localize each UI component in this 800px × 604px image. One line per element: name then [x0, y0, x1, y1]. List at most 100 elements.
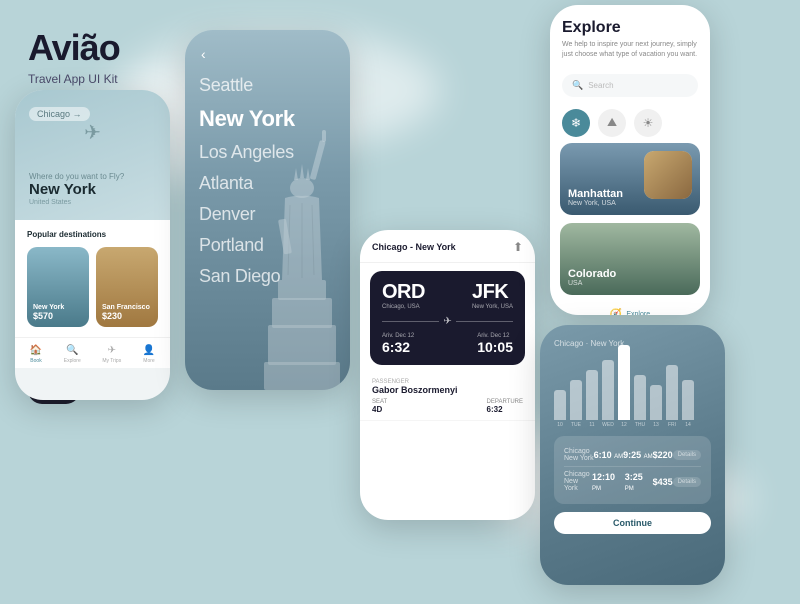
flight1-arrive-time: 9:25 AM [623, 450, 653, 460]
nav-more[interactable]: 👤 More [143, 345, 155, 364]
nav-trips[interactable]: ✈ My Trips [102, 345, 121, 364]
phone1-header: Chicago → ✈ Where do you want to Fly? Ne… [15, 90, 170, 220]
dest-card-ny[interactable]: New York $570 [27, 247, 89, 327]
flight2-dest: New York [564, 478, 592, 492]
brand-subtitle: Travel App UI Kit [28, 72, 198, 86]
phone2-inner: ‹ Seattle New York Los Angeles Atlanta D… [185, 30, 350, 390]
dest-card-sf[interactable]: San Francisco $230 [96, 247, 158, 327]
phone4-header: Explore We help to inspire your next jou… [550, 5, 710, 68]
filter-sun[interactable]: ☀ [634, 109, 662, 137]
price-bar[interactable] [666, 365, 678, 420]
card-ny-bg: New York $570 [27, 247, 89, 327]
continue-button[interactable]: Continue [554, 512, 711, 534]
flight1-price: $220 [653, 450, 673, 460]
price-bar[interactable] [570, 380, 582, 420]
origin-city: Chicago, USA [382, 304, 425, 310]
origin-code: ORD [382, 281, 425, 304]
price-bar[interactable] [634, 375, 646, 420]
phone-city-list: ‹ Seattle New York Los Angeles Atlanta D… [185, 30, 350, 390]
brand-title: Avião [28, 28, 198, 68]
search-placeholder: Search [588, 81, 613, 90]
popular-label: Popular destinations [27, 230, 158, 239]
bar-group: WED [602, 360, 614, 428]
explore-button[interactable]: 🧭 Explore [550, 303, 710, 315]
card-ny-price: $570 [33, 311, 64, 321]
flight1-depart: 6:10 AM [594, 450, 624, 460]
seat-detail: SEAT 4D [372, 399, 387, 414]
manhattan-label: Manhattan [568, 188, 623, 200]
flight-row-1: Chicago New York 6:10 AM 9:25 AM $220 De… [564, 444, 701, 466]
bar-label: WED [602, 422, 614, 428]
colorado-label: Colorado [568, 268, 616, 280]
line-right [456, 321, 513, 322]
city-label: Chicago → [29, 107, 90, 121]
share-icon[interactable]: ⬆ [513, 240, 523, 254]
price-bar[interactable] [618, 345, 630, 420]
phone-travel-main: Chicago → ✈ Where do you want to Fly? Ne… [15, 90, 170, 400]
flight2-details-btn[interactable]: Details [673, 477, 701, 487]
filter-mountain[interactable]: ⛰ [598, 109, 626, 137]
colorado-info: Colorado USA [568, 268, 616, 287]
price-bar[interactable] [602, 360, 614, 420]
flight1-details-btn[interactable]: Details [673, 450, 701, 460]
price-bars: 10TUE11WED12THU13FRI14 [554, 358, 711, 428]
bar-label: 10 [557, 422, 563, 428]
statue-illustration [250, 120, 350, 390]
flight-card: ORD Chicago, USA JFK New York, USA ✈ Ari… [370, 271, 525, 365]
card-manhattan[interactable]: Manhattan New York, USA [560, 143, 700, 215]
phone-flight-details: Chicago - New York ⬆ ORD Chicago, USA JF… [360, 230, 535, 520]
flight2-depart: 12:10 PM [592, 472, 625, 492]
seat-value: 4D [372, 405, 387, 414]
bar-label: 11 [589, 422, 594, 428]
flight2-depart-time: 12:10 PM [592, 472, 625, 492]
explore-subtitle: We help to inspire your next journey, si… [562, 40, 698, 60]
departure-detail: DEPARTURE 6:32 [487, 399, 523, 414]
search-icon: 🔍 [572, 80, 583, 91]
bar-group: FRI [666, 365, 678, 428]
flight2-origin: Chicago [564, 471, 592, 478]
nav-book[interactable]: 🏠 Book [30, 345, 42, 364]
bar-group: 14 [682, 380, 694, 428]
nav-explore-label: Explore [64, 358, 81, 364]
destination-country: United States [29, 199, 124, 206]
bar-group: 13 [650, 385, 662, 428]
passenger-section: PASSENGER Gabor Boszormenyi SEAT 4D DEPA… [360, 373, 535, 421]
airports-row: ORD Chicago, USA JFK New York, USA [382, 281, 513, 310]
phone5-inner: Chicago · New York 10TUE11WED12THU13FRI1… [540, 325, 725, 585]
flight-row-2: Chicago New York 12:10 PM 3:25 PM $435 D… [564, 466, 701, 496]
city-seattle[interactable]: Seattle [199, 70, 336, 101]
bottom-nav: 🏠 Book 🔍 Explore ✈ My Trips 👤 More [15, 337, 170, 368]
price-bar[interactable] [682, 380, 694, 420]
duration: 10:05 [477, 339, 513, 355]
price-bar[interactable] [554, 390, 566, 420]
bar-group: 11 [586, 370, 598, 428]
filter-winter[interactable]: ❄ [562, 109, 590, 137]
passenger-details-row: SEAT 4D DEPARTURE 6:32 [372, 399, 523, 414]
card-sf-price: $230 [102, 311, 150, 321]
trips-icon: ✈ [108, 345, 116, 356]
search-bar[interactable]: 🔍 Search [562, 74, 698, 97]
phone3-header: Chicago - New York ⬆ [360, 230, 535, 263]
card-sf-label: San Francisco [102, 304, 150, 311]
dest-cards: New York $570 San Francisco $230 [27, 247, 158, 327]
depart-date: Ariv. Dec 12 6:32 [382, 333, 414, 355]
bar-group: THU [634, 375, 646, 428]
dest-code: JFK [472, 281, 513, 304]
price-bar[interactable] [586, 370, 598, 420]
explore-icon: 🔍 [66, 345, 78, 356]
price-bar[interactable] [650, 385, 662, 420]
explore-btn-icon: 🧭 [610, 309, 622, 315]
explore-title: Explore [562, 19, 698, 37]
card-colorado[interactable]: Colorado USA [560, 223, 700, 295]
filter-row: ❄ ⛰ ☀ [550, 103, 710, 143]
card-sf-info: San Francisco $230 [102, 304, 150, 321]
flight-route: Chicago - New York [372, 242, 456, 252]
nav-explore[interactable]: 🔍 Explore [64, 345, 81, 364]
where-question: Where do you want to Fly? [29, 172, 124, 181]
bar-group: TUE [570, 380, 582, 428]
bar-label: 13 [653, 422, 659, 428]
more-icon: 👤 [143, 345, 155, 356]
card-sf-bg: San Francisco $230 [96, 247, 158, 327]
back-arrow-icon[interactable]: ‹ [201, 46, 206, 62]
manhattan-sub: New York, USA [568, 200, 623, 207]
